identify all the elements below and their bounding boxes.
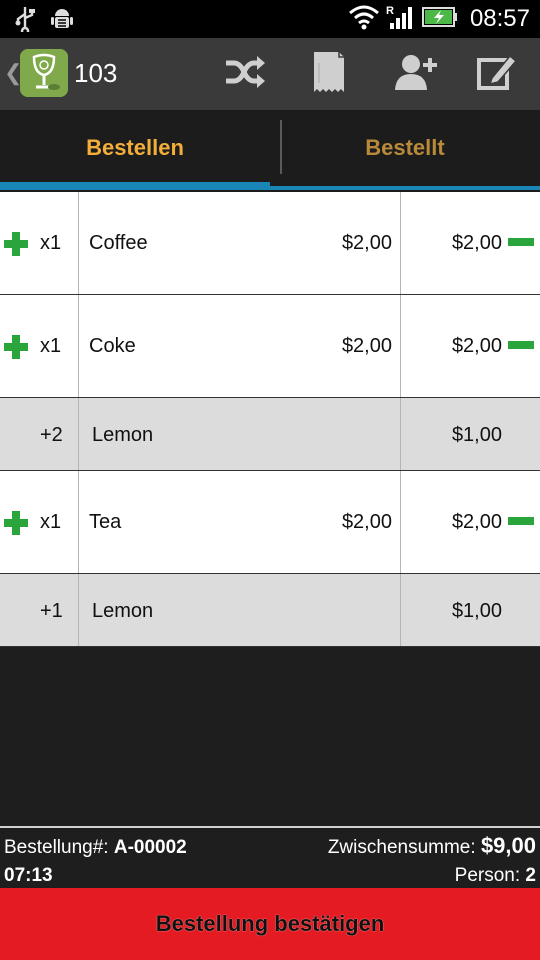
subtotal-value: $9,00 [480,833,536,858]
item-quantity: x1 [40,335,62,357]
android-debug-icon [50,6,74,37]
item-unit-price: $2,00 [341,232,392,254]
receipt-button[interactable] [306,51,352,98]
decrease-quantity-button[interactable] [508,341,534,349]
item-name: Tea [89,511,122,533]
subtotal-label: Zwischensumme: [327,837,476,858]
status-bar: R 08:57 [0,0,540,38]
item-total: $2,00 [451,335,502,357]
usb-icon [14,6,36,37]
persons-value: 2 [525,865,536,886]
order-time: 07:13 [4,865,53,886]
confirm-order-button[interactable]: Bestellung bestätigen [0,888,540,960]
receipt-icon [311,51,347,98]
item-quantity: x1 [40,232,62,254]
item-unit-price: $2,00 [341,335,392,357]
item-total: $2,00 [451,232,502,254]
order-item-row[interactable]: x1 Coffee $2,00 $2,00 [0,192,540,295]
shuffle-button[interactable] [222,52,268,96]
order-number-label: Bestellung#: [4,837,109,858]
wifi-icon [348,4,380,35]
item-quantity: x1 [40,511,62,533]
modifier-quantity: +1 [40,600,63,622]
order-item-row[interactable]: x1 Coke $2,00 $2,00 [0,295,540,398]
decrease-quantity-button[interactable] [508,238,534,246]
persons-label: Person: [454,865,521,886]
tab-bestellen[interactable]: Bestellen [0,110,270,186]
app-logo-icon[interactable] [20,49,68,97]
edit-button[interactable] [474,52,520,96]
add-person-icon [394,52,438,97]
order-summary: Bestellung#: A-00002 07:13 Zwischensumme… [0,826,540,888]
item-unit-price: $2,00 [341,511,392,533]
shuffle-icon [224,53,266,96]
edit-icon [476,52,518,97]
order-item-row[interactable]: x1 Tea $2,00 $2,00 [0,471,540,574]
item-name: Coke [89,335,136,357]
roaming-indicator: R [386,5,394,17]
item-name: Coffee [89,232,148,254]
increase-quantity-button[interactable] [4,335,28,359]
modifier-quantity: +2 [40,424,63,446]
tab-indicator [0,182,540,192]
modifier-total: $1,00 [451,424,502,446]
modifier-total: $1,00 [451,600,502,622]
signal-icon: R [386,3,416,36]
increase-quantity-button[interactable] [4,511,28,535]
modifier-name: Lemon [92,424,154,446]
increase-quantity-button[interactable] [4,232,28,256]
order-number: A-00002 [113,837,187,858]
status-clock: 08:57 [469,5,530,32]
order-modifier-row[interactable]: +1 Lemon $1,00 [0,574,540,647]
modifier-name: Lemon [92,600,154,622]
action-bar: ❮ 103 [0,38,540,110]
item-total: $2,00 [451,511,502,533]
tab-bar: Bestellen Bestellt [0,110,540,192]
order-list: x1 Coffee $2,00 $2,00 x1 Coke $2,00 $2,0… [0,192,540,647]
decrease-quantity-button[interactable] [508,517,534,525]
table-number: 103 [74,58,118,88]
add-person-button[interactable] [393,52,439,96]
battery-charging-icon [421,6,458,33]
order-modifier-row[interactable]: +2 Lemon $1,00 [0,398,540,471]
tab-bestellt[interactable]: Bestellt [270,110,540,186]
